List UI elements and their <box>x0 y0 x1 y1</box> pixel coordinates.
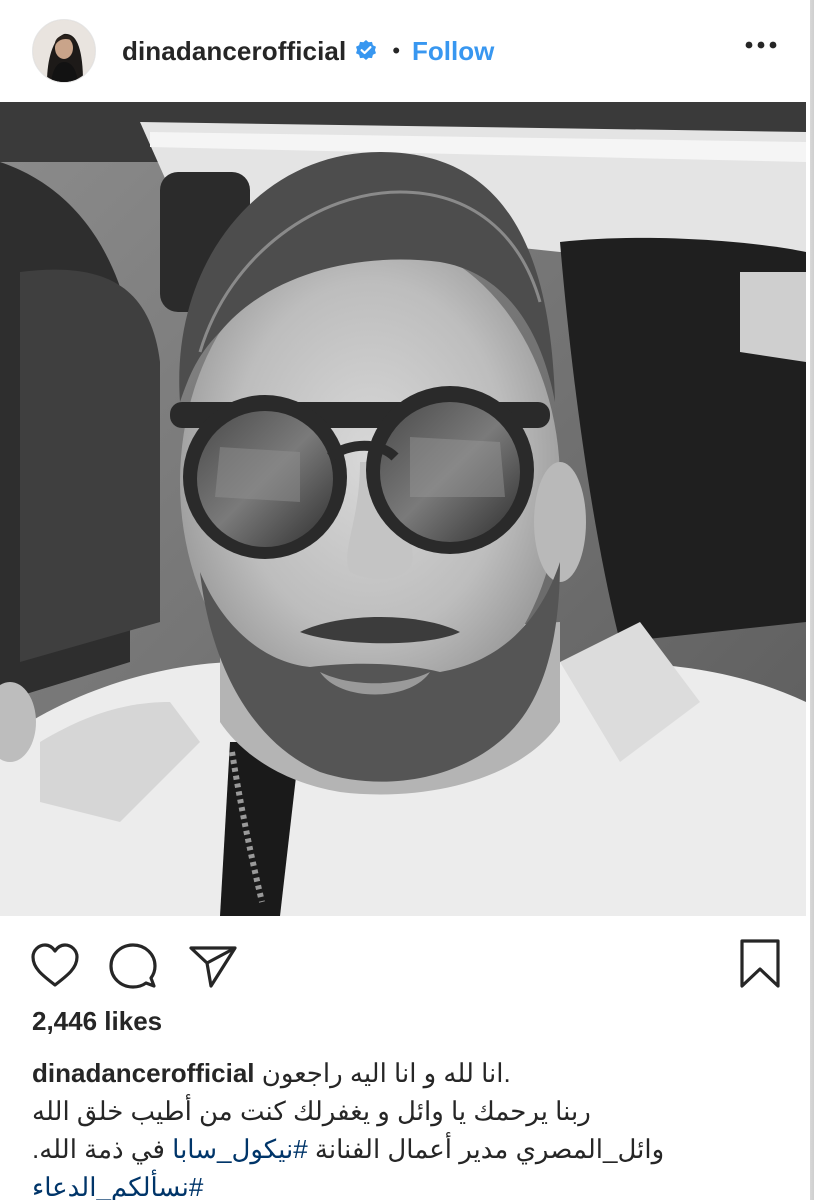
caption-line-4: #نسألكم_الدعاء <box>32 1168 772 1200</box>
bookmark-icon[interactable] <box>738 938 782 990</box>
instagram-post: dinadancerofficial • Follow 2,446 likes … <box>0 0 814 1200</box>
separator-dot: • <box>392 38 401 63</box>
caption-line-1: dinadancerofficial .انا لله و انا اليه ر… <box>32 1054 772 1092</box>
caption-username[interactable]: dinadancerofficial <box>32 1058 255 1088</box>
hashtag-link[interactable]: #نيكول_سابا <box>172 1134 308 1164</box>
avatar-image <box>33 20 95 82</box>
caption-text-2: ربنا يرحمك يا وائل و يغفرلك كنت من أطيب … <box>32 1096 591 1126</box>
comment-icon[interactable] <box>108 942 158 990</box>
caption-text-3b: في ذمة الله. <box>32 1134 173 1164</box>
caption-text-1: .انا لله و انا اليه راجعون <box>261 1058 511 1088</box>
caption-text-3a: وائل_المصري مدير أعمال الفنانة <box>307 1134 665 1164</box>
action-bar <box>0 916 806 1012</box>
post-caption: dinadancerofficial .انا لله و انا اليه ر… <box>32 1054 772 1200</box>
share-icon[interactable] <box>188 943 238 989</box>
post-photo <box>0 102 806 916</box>
follow-button[interactable]: Follow <box>412 36 494 67</box>
verified-badge-icon <box>356 40 377 60</box>
heart-icon[interactable] <box>30 943 80 989</box>
scrollbar[interactable] <box>806 0 814 1200</box>
post-image[interactable] <box>0 102 806 916</box>
caption-line-3: وائل_المصري مدير أعمال الفنانة #نيكول_سا… <box>32 1130 772 1168</box>
username[interactable]: dinadancerofficial <box>122 36 346 67</box>
hashtag-link[interactable]: #نسألكم_الدعاء <box>32 1172 203 1200</box>
caption-line-2: ربنا يرحمك يا وائل و يغفرلك كنت من أطيب … <box>32 1092 772 1130</box>
more-options-icon[interactable] <box>744 38 778 52</box>
post-header: dinadancerofficial • Follow <box>0 0 806 102</box>
avatar[interactable] <box>32 19 96 83</box>
likes-count[interactable]: 2,446 likes <box>32 1006 162 1037</box>
